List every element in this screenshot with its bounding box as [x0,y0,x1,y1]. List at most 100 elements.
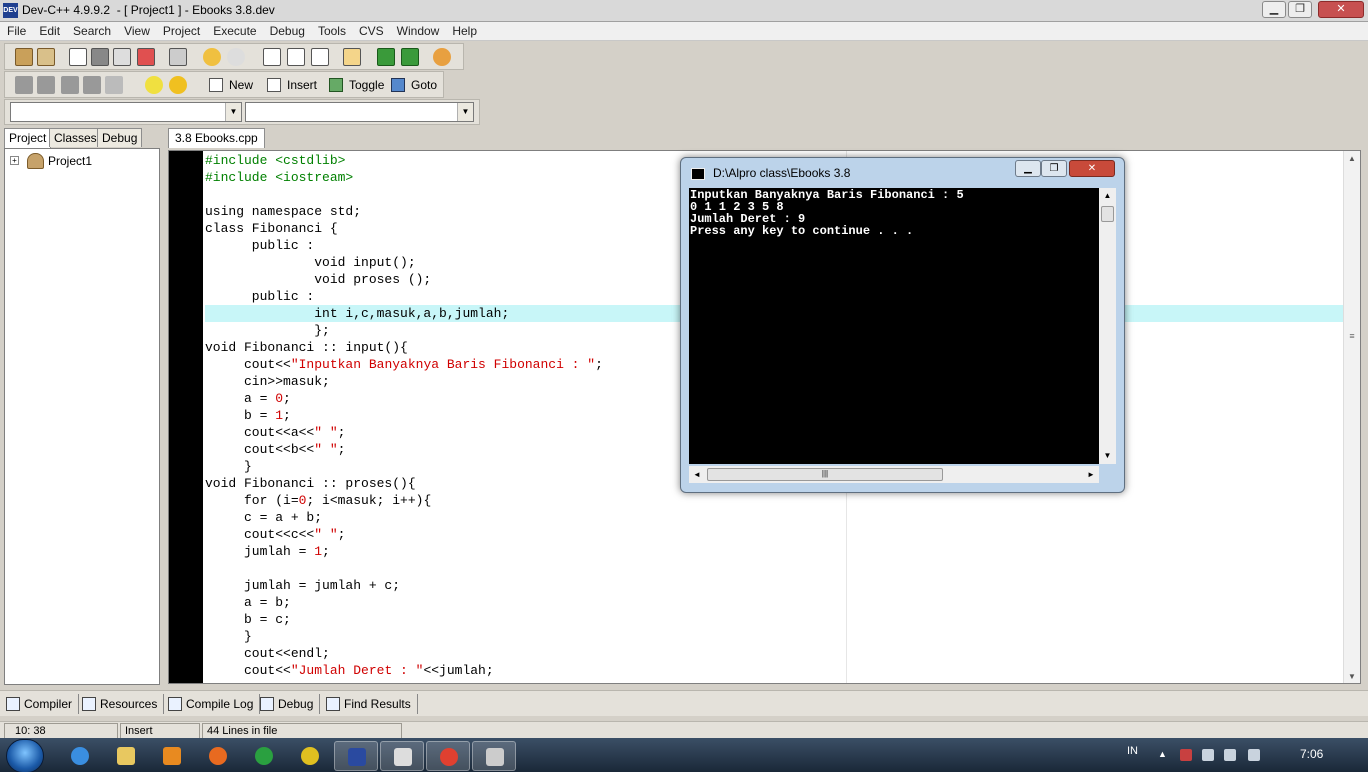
console-horizontal-scrollbar[interactable]: ◄ ||| ► [689,466,1099,483]
chevron-down-icon[interactable]: ▼ [225,103,241,121]
menu-execute[interactable]: Execute [206,22,262,38]
console-close-button[interactable]: ✕ [1069,160,1115,177]
code-line[interactable]: c = a + b; [205,509,1345,526]
compile-icon[interactable] [15,76,33,94]
tab-editor-file[interactable]: 3.8 Ebooks.cpp [168,128,265,148]
code-line[interactable]: } [205,628,1345,645]
taskbar-ie[interactable] [58,741,102,771]
action-center-icon[interactable] [1180,749,1192,761]
battery-icon[interactable] [1202,749,1214,761]
undo-icon[interactable] [203,48,221,66]
run-icon[interactable] [37,76,55,94]
menu-edit[interactable]: Edit [32,22,66,38]
language-indicator[interactable]: IN [1127,745,1138,757]
tab-debug[interactable]: Debug [97,128,143,147]
find-icon[interactable] [263,48,281,66]
console-maximize-button[interactable]: ❐ [1041,160,1067,177]
tab-resources[interactable]: Resources [80,694,165,714]
project-options-icon[interactable] [433,48,451,66]
console-vertical-scrollbar[interactable]: ▲ ▼ [1099,188,1116,464]
taskbar-console[interactable] [472,741,516,771]
maximize-button[interactable]: ❐ [1288,1,1312,18]
about-icon[interactable] [169,76,187,94]
code-line[interactable]: a = b; [205,594,1345,611]
taskbar-app-yellow[interactable] [288,741,332,771]
taskbar-firefox[interactable] [196,741,240,771]
menu-search[interactable]: Search [66,22,117,38]
remove-from-project-icon[interactable] [401,48,419,66]
taskbar-devcpp[interactable] [334,741,378,771]
show-hidden-icons-icon[interactable]: ▲ [1158,749,1170,761]
volume-icon[interactable] [1248,749,1260,761]
goto-line-icon[interactable] [343,48,361,66]
code-line[interactable]: jumlah = 1; [205,543,1345,560]
menu-window[interactable]: Window [390,22,446,38]
replace-icon[interactable] [287,48,305,66]
menu-project[interactable]: Project [156,22,206,38]
new-button[interactable]: New [209,75,253,95]
compile-run-icon[interactable] [61,76,79,94]
start-button[interactable] [6,739,44,772]
tab-project[interactable]: Project [4,128,52,148]
rebuild-all-icon[interactable] [83,76,101,94]
help-icon[interactable] [145,76,163,94]
scroll-thumb[interactable]: ||| [707,468,943,481]
class-combo[interactable]: ▼ [10,102,242,122]
scroll-down-icon[interactable]: ▼ [1344,669,1360,683]
scroll-thumb[interactable] [1101,206,1114,222]
taskbar-app-tool[interactable] [380,741,424,771]
taskbar-chrome[interactable] [426,741,470,771]
open-project-icon[interactable] [37,48,55,66]
scroll-left-icon[interactable]: ◄ [689,466,705,483]
menu-help[interactable]: Help [445,22,483,38]
code-line[interactable]: b = c; [205,611,1345,628]
debug-check-icon[interactable] [105,76,123,94]
close-button[interactable]: ✕ [1318,1,1364,18]
code-line[interactable] [205,560,1345,577]
insert-button[interactable]: Insert [267,75,317,95]
console-minimize-button[interactable]: ▁ [1015,160,1041,177]
member-combo[interactable]: ▼ [245,102,474,122]
menu-file[interactable]: File [0,22,32,38]
scroll-right-icon[interactable]: ► [1083,466,1099,483]
chevron-down-icon[interactable]: ▼ [457,103,473,121]
menu-view[interactable]: View [117,22,156,38]
console-output[interactable]: Inputkan Banyaknya Baris Fibonanci : 50 … [689,188,1099,464]
code-line[interactable]: cout<<c<<" "; [205,526,1345,543]
editor-vertical-scrollbar[interactable]: ▲ ≡ ▼ [1343,151,1360,683]
code-line[interactable]: cout<<endl; [205,645,1345,662]
tab-compiler[interactable]: Compiler [4,694,80,714]
code-line[interactable]: for (i=0; i<masuk; i++){ [205,492,1345,509]
tab-find-results[interactable]: Find Results [324,694,418,714]
menu-tools[interactable]: Tools [311,22,352,38]
code-line[interactable]: jumlah = jumlah + c; [205,577,1345,594]
scroll-thumb[interactable]: ≡ [1346,331,1358,351]
taskbar-app-green[interactable] [242,741,286,771]
find-next-icon[interactable] [311,48,329,66]
new-file-icon[interactable] [69,48,87,66]
scroll-up-icon[interactable]: ▲ [1344,151,1360,167]
menu-debug[interactable]: Debug [263,22,311,38]
add-to-project-icon[interactable] [377,48,395,66]
code-line[interactable]: cout<<"Jumlah Deret : "<<jumlah; [205,662,1345,679]
print-icon[interactable] [169,48,187,66]
scroll-down-icon[interactable]: ▼ [1099,448,1116,464]
save-all-icon[interactable] [113,48,131,66]
minimize-button[interactable]: ▁ [1262,1,1286,18]
tree-item-project1[interactable]: + Project1 [10,153,92,169]
menu-cvs[interactable]: CVS [352,22,390,38]
close-file-icon[interactable] [137,48,155,66]
network-icon[interactable] [1224,749,1236,761]
redo-icon[interactable] [227,48,245,66]
goto-button[interactable]: Goto [391,75,437,95]
toggle-button[interactable]: Toggle [329,75,384,95]
tab-debug-output[interactable]: Debug [258,694,321,714]
console-window[interactable]: D:\Alpro class\Ebooks 3.8 ▁ ❐ ✕ Inputkan… [680,157,1125,493]
scroll-up-icon[interactable]: ▲ [1099,188,1116,204]
taskbar-explorer[interactable] [104,741,148,771]
expand-icon[interactable]: + [10,156,19,165]
tab-classes[interactable]: Classes [49,128,102,147]
clock[interactable]: 7:06 [1300,747,1323,761]
taskbar-media-player[interactable] [150,741,194,771]
save-icon[interactable] [91,48,109,66]
